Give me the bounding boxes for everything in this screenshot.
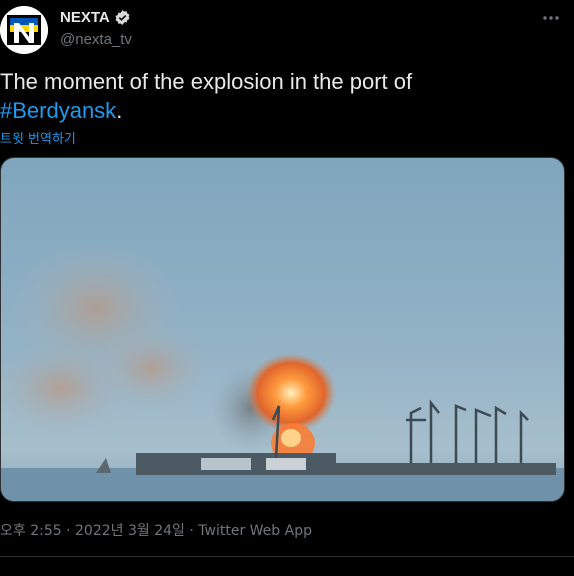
author-name-text[interactable]: NEXTA <box>60 9 110 26</box>
author-display-name[interactable]: NEXTA <box>60 9 131 26</box>
tweet-date[interactable]: 2022년 3월 24일 <box>75 523 185 539</box>
tweet-text-body: The moment of the explosion in the port … <box>0 69 413 94</box>
more-options-button[interactable] <box>536 8 566 28</box>
explosion-photo-image <box>1 158 564 501</box>
author-handle[interactable]: @nexta_tv <box>60 31 132 48</box>
divider <box>0 556 574 557</box>
tweet-time[interactable]: 오후 2:55 <box>0 523 62 539</box>
tweet-photo[interactable] <box>0 157 565 502</box>
tweet-text-suffix: . <box>116 98 123 123</box>
meta-separator: · <box>189 523 194 539</box>
tweet-source-link[interactable]: Twitter Web App <box>198 523 312 539</box>
tweet-meta: 오후 2:55 · 2022년 3월 24일 · Twitter Web App <box>0 520 312 540</box>
ellipsis-icon <box>543 16 559 20</box>
verified-badge-icon <box>114 9 131 26</box>
meta-separator: · <box>66 523 71 539</box>
nexta-logo-icon <box>0 6 48 54</box>
tweet: NEXTA @nexta_tv The moment of the explos… <box>0 0 574 576</box>
tweet-text: The moment of the explosion in the port … <box>0 67 560 125</box>
translate-tweet-link[interactable]: 트윗 번역하기 <box>0 128 76 147</box>
avatar[interactable] <box>0 6 48 54</box>
hashtag-link[interactable]: #Berdyansk <box>0 98 116 123</box>
